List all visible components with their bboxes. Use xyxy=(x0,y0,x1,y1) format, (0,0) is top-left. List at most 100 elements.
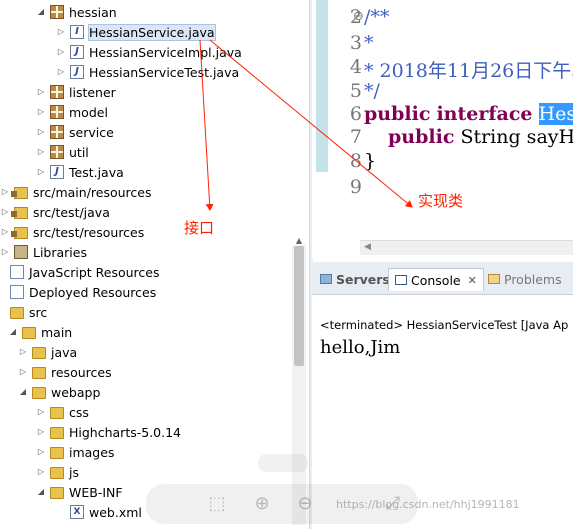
tree-item[interactable]: ▷ src/test/java xyxy=(0,202,110,222)
tab-servers[interactable]: Servers xyxy=(320,268,390,290)
method-signature: String sayHe xyxy=(460,126,573,148)
collapse-arrow-icon[interactable]: ▷ xyxy=(36,87,46,97)
panel-tab-bar: Servers Console ✕ Problems xyxy=(312,262,573,295)
editor-hscrollbar[interactable]: ◀ xyxy=(360,240,573,255)
console-output: hello,Jim xyxy=(320,337,401,358)
tree-item[interactable]: ▷ Libraries xyxy=(0,242,87,262)
collapse-arrow-icon[interactable]: ▷ xyxy=(56,67,66,77)
tree-item-label: Highcharts-5.0.14 xyxy=(69,424,182,440)
collapse-arrow-icon[interactable]: ▷ xyxy=(36,447,46,457)
tree-item[interactable]: ▷ js xyxy=(36,462,79,482)
tree-item-label: main xyxy=(41,324,73,340)
tab-console[interactable]: Console ✕ xyxy=(388,268,484,291)
tree-item-label: Libraries xyxy=(33,244,87,260)
scroll-left-icon[interactable]: ◀ xyxy=(364,242,371,252)
tree-item-label: js xyxy=(69,464,79,480)
tree-item[interactable]: ◢ webapp xyxy=(18,382,100,402)
keyword-public: public xyxy=(364,103,431,125)
keyword-interface: interface xyxy=(436,103,533,125)
tree-item[interactable]: ▷ java xyxy=(18,342,77,362)
package-icon xyxy=(50,125,64,139)
selected-identifier[interactable]: Hess xyxy=(538,103,573,125)
tab-problems[interactable]: Problems xyxy=(488,268,562,290)
folder-icon xyxy=(32,387,46,399)
collapse-arrow-icon[interactable]: ▷ xyxy=(36,107,46,117)
collapse-arrow-icon[interactable]: ▷ xyxy=(36,427,46,437)
code-line-4: * 2018年11月26日下午3:0 xyxy=(364,60,573,82)
collapse-arrow-icon[interactable]: ▷ xyxy=(36,147,46,157)
watermark: https://blog.csdn.net/hhj1991181 xyxy=(336,498,520,511)
tree-item-label: src xyxy=(29,304,48,320)
folder-icon xyxy=(32,367,46,379)
collapse-arrow-icon[interactable]: ▷ xyxy=(56,27,66,37)
fit-icon[interactable]: ⬚ xyxy=(204,491,230,517)
explorer-scroll-thumb[interactable] xyxy=(294,246,304,366)
expand-arrow-icon[interactable]: ◢ xyxy=(36,487,46,497)
tree-item-label: Test.java xyxy=(69,164,124,180)
code-line-3: * xyxy=(364,32,374,54)
collapse-arrow-icon[interactable]: ▷ xyxy=(18,347,28,357)
tree-item-label: java xyxy=(51,344,78,360)
fold-toggle-icon[interactable]: ⊖ xyxy=(353,9,364,24)
collapse-arrow-icon[interactable]: ▷ xyxy=(0,187,10,197)
tree-item-label: HessianServiceTest.java xyxy=(89,64,240,80)
tree-item[interactable]: ▷ J Test.java xyxy=(36,162,124,182)
tree-item[interactable]: ◢ WEB-INF xyxy=(36,482,123,502)
tree-item[interactable]: ▷ src/main/resources xyxy=(0,182,152,202)
zoom-in-icon[interactable]: ⊕ xyxy=(249,491,275,517)
zoom-out-icon[interactable]: ⊖ xyxy=(292,491,318,517)
tree-item[interactable]: ◢ main xyxy=(8,322,72,342)
folder-icon xyxy=(50,487,64,499)
collapse-arrow-icon[interactable]: ▷ xyxy=(0,207,10,217)
collapse-arrow-icon[interactable]: ▷ xyxy=(36,407,46,417)
collapse-arrow-icon[interactable]: ▷ xyxy=(36,167,46,177)
code-line-5: */ xyxy=(364,80,380,102)
tree-item-label: HessianServiceImpl.java xyxy=(89,44,242,60)
tree-item[interactable]: Xweb.xml xyxy=(56,502,142,522)
tree-item[interactable]: ▷ css xyxy=(36,402,89,422)
tree-item[interactable]: ▷ model xyxy=(36,102,108,122)
collapse-arrow-icon[interactable]: ▷ xyxy=(18,367,28,377)
tree-item[interactable]: ◢ hessian xyxy=(36,2,117,22)
tree-item[interactable]: Deployed Resources xyxy=(0,282,156,302)
java-file-icon: J xyxy=(70,65,84,79)
collapse-arrow-icon[interactable]: ▷ xyxy=(36,127,46,137)
tree-item[interactable]: ▷ J HessianServiceImpl.java xyxy=(56,42,242,62)
close-icon[interactable]: ✕ xyxy=(468,274,477,287)
tree-item[interactable]: ▷ Highcharts-5.0.14 xyxy=(36,422,181,442)
tree-item[interactable]: ▷ service xyxy=(36,122,114,142)
folder-icon xyxy=(32,347,46,359)
source-folder-icon xyxy=(11,207,28,219)
viewer-handle[interactable] xyxy=(258,454,308,472)
tree-item[interactable]: ▷ I HessianService.java xyxy=(56,22,216,42)
tree-item[interactable]: ▷ util xyxy=(36,142,89,162)
collapse-arrow-icon[interactable]: ▷ xyxy=(56,47,66,57)
expand-arrow-icon[interactable]: ◢ xyxy=(36,7,46,17)
tree-item[interactable]: JavaScript Resources xyxy=(0,262,159,282)
tree-item[interactable]: ▷ images xyxy=(36,442,115,462)
tree-item-label: resources xyxy=(51,364,112,380)
tree-item[interactable]: src xyxy=(0,302,47,322)
code-editor[interactable]: 2 3 4 5 6 7 8 9 ⊖ /** * * 2018年11月26日下午3… xyxy=(312,0,573,258)
tab-servers-label: Servers xyxy=(336,271,390,287)
tree-item[interactable]: ▷ resources xyxy=(18,362,112,382)
tree-item-label: model xyxy=(69,104,108,120)
collapse-arrow-icon[interactable]: ▷ xyxy=(0,247,10,257)
source-folder-icon xyxy=(11,187,28,199)
tree-item-label: web.xml xyxy=(89,504,142,520)
package-icon xyxy=(50,5,64,19)
tree-item[interactable]: ▷ listener xyxy=(36,82,116,102)
annotation-impl-label: 实现类 xyxy=(418,192,464,210)
tree-item-label: webapp xyxy=(51,384,101,400)
tree-item[interactable]: ▷ J HessianServiceTest.java xyxy=(56,62,239,82)
tree-item[interactable]: ▷ src/test/resources xyxy=(0,222,144,242)
expand-arrow-icon[interactable]: ◢ xyxy=(8,327,18,337)
collapse-arrow-icon[interactable]: ▷ xyxy=(0,227,10,237)
tree-item-label: src/test/java xyxy=(33,204,110,220)
scroll-up-icon[interactable]: ▲ xyxy=(294,236,304,245)
collapse-arrow-icon[interactable]: ▷ xyxy=(36,467,46,477)
expand-arrow-icon[interactable]: ◢ xyxy=(18,387,28,397)
tree-item-label: src/test/resources xyxy=(33,224,145,240)
